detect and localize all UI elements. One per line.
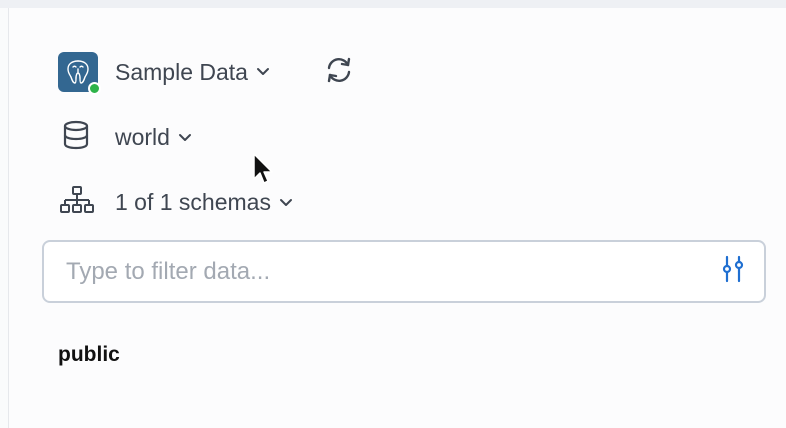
- schemas-selector[interactable]: 1 of 1 schemas: [60, 185, 293, 220]
- filter-options-button[interactable]: [718, 255, 748, 288]
- refresh-button[interactable]: [322, 55, 356, 89]
- database-name: world: [115, 124, 170, 150]
- connection-selector[interactable]: Sample Data: [58, 52, 270, 95]
- schema-tree-icon: [60, 185, 94, 220]
- data-browser-panel: Sample Data world 1 of 1 schemas Type to…: [10, 8, 786, 428]
- connection-status-dot: [88, 82, 101, 95]
- connection-name: Sample Data: [115, 58, 248, 85]
- filter-input[interactable]: [66, 242, 686, 301]
- top-bar: [0, 0, 786, 8]
- chevron-down-icon: [178, 133, 192, 143]
- panel-left-border: [0, 8, 9, 428]
- chevron-down-icon: [279, 198, 293, 208]
- sliders-icon: [720, 255, 746, 288]
- schema-list-item[interactable]: public: [58, 343, 120, 367]
- database-selector[interactable]: world: [62, 120, 192, 155]
- chevron-down-icon: [256, 67, 270, 77]
- schemas-count: 1 of 1 schemas: [115, 189, 271, 215]
- refresh-icon: [324, 55, 354, 90]
- filter-box: [42, 240, 766, 303]
- database-icon: [62, 120, 90, 155]
- postgres-elephant-icon: [58, 52, 101, 95]
